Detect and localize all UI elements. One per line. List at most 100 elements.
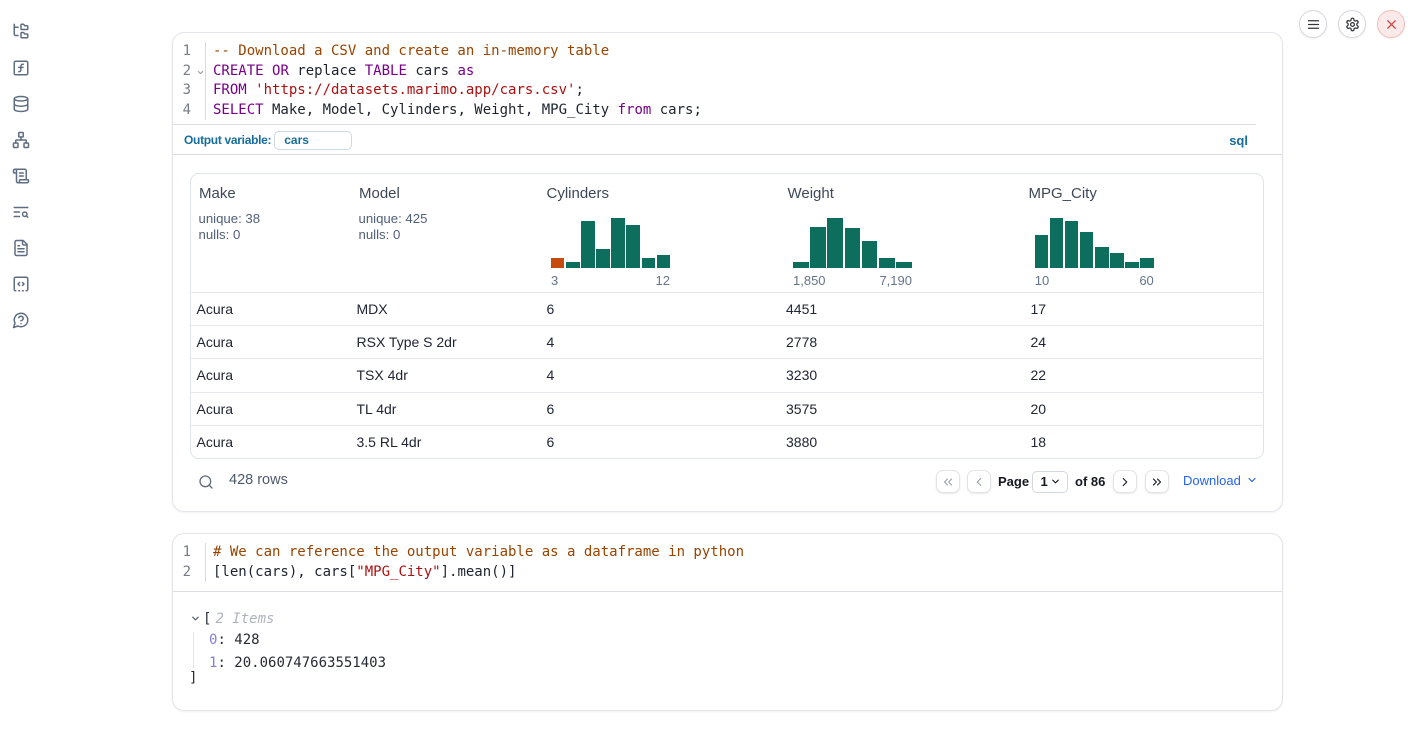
line-number: 3 bbox=[173, 81, 191, 101]
table-cell: 3880 bbox=[780, 434, 1025, 450]
python-cell: 12# We can reference the output variable… bbox=[172, 533, 1283, 711]
column-header[interactable]: MPG_City1060 bbox=[1025, 174, 1265, 293]
chevron-right-icon bbox=[1118, 475, 1132, 489]
table-cell: 22 bbox=[1025, 367, 1265, 383]
histogram-bar bbox=[845, 228, 861, 268]
text-search-icon[interactable] bbox=[12, 203, 30, 221]
column-histogram[interactable] bbox=[793, 218, 912, 268]
histogram-bar bbox=[611, 218, 624, 268]
column-name: Cylinders bbox=[547, 185, 773, 202]
table-cell: 3575 bbox=[780, 401, 1025, 417]
scroll-text-icon[interactable] bbox=[12, 167, 30, 185]
table-body: AcuraMDX6445117AcuraRSX Type S 2dr427782… bbox=[191, 292, 1264, 458]
histogram-bar bbox=[581, 221, 594, 268]
table-cell: 4 bbox=[541, 334, 781, 350]
table-cell: 6 bbox=[541, 434, 781, 450]
column-header[interactable]: Cylinders 312 bbox=[541, 174, 781, 293]
table-cell: Acura bbox=[191, 367, 351, 383]
table-cell: RSX Type S 2dr bbox=[351, 334, 541, 350]
file-text-icon[interactable] bbox=[12, 239, 30, 257]
sql-code-editor[interactable]: 1234-- Download a CSV and create an in-m… bbox=[173, 33, 1282, 124]
shutdown-button[interactable] bbox=[1377, 10, 1405, 38]
output-variable-bar: Output variable: sql bbox=[173, 125, 1282, 155]
chevron-left-icon bbox=[972, 475, 986, 489]
fold-chevron-icon[interactable] bbox=[196, 68, 205, 77]
histogram-bar bbox=[1065, 221, 1078, 268]
helper-sidebar bbox=[0, 0, 44, 729]
code-line: SELECT Make, Model, Cylinders, Weight, M… bbox=[213, 101, 702, 121]
histogram-bar bbox=[896, 262, 912, 268]
table-cell: 24 bbox=[1025, 334, 1265, 350]
table-cell: 17 bbox=[1025, 301, 1265, 317]
histogram-range-labels: 312 bbox=[551, 273, 670, 288]
histogram-bar bbox=[596, 249, 609, 268]
menu-button[interactable] bbox=[1299, 10, 1327, 38]
code-line: [len(cars), cars["MPG_City"].mean()] bbox=[213, 563, 744, 583]
table-cell: 2778 bbox=[780, 334, 1025, 350]
output-variable-label: Output variable: bbox=[184, 133, 271, 147]
histogram-bar bbox=[1095, 247, 1108, 268]
folder-tree-icon[interactable] bbox=[12, 22, 30, 40]
language-badge[interactable]: sql bbox=[1229, 133, 1248, 148]
table-cell: 3.5 RL 4dr bbox=[351, 434, 541, 450]
page-select-value: 1 bbox=[1041, 474, 1048, 489]
settings-button[interactable] bbox=[1338, 10, 1366, 38]
histogram-bar bbox=[1110, 253, 1123, 268]
sql-cell: 1234-- Download a CSV and create an in-m… bbox=[172, 32, 1283, 512]
table-cell: 6 bbox=[541, 301, 781, 317]
histogram-range-labels: 1,8507,190 bbox=[793, 273, 912, 288]
table-cell: MDX bbox=[351, 301, 541, 317]
table-row[interactable]: AcuraTSX 4dr4323022 bbox=[191, 358, 1264, 391]
chevron-down-icon bbox=[1050, 476, 1061, 487]
tree-close-bracket: ] bbox=[189, 670, 197, 686]
page-select[interactable]: 1 bbox=[1032, 471, 1068, 493]
table-row[interactable]: AcuraTL 4dr6357520 bbox=[191, 392, 1264, 425]
collapse-chevron-icon[interactable] bbox=[190, 613, 201, 624]
tree-indent-guide bbox=[193, 632, 194, 669]
output-variable-input[interactable] bbox=[274, 131, 352, 150]
column-histogram[interactable] bbox=[551, 218, 670, 268]
histogram-bar bbox=[642, 258, 655, 268]
table-row[interactable]: AcuraRSX Type S 2dr4277824 bbox=[191, 325, 1264, 358]
histogram-bar bbox=[1125, 262, 1138, 268]
tree-items-count: 2 Items bbox=[215, 611, 274, 627]
histogram-range-labels: 1060 bbox=[1035, 273, 1154, 288]
column-header[interactable]: Makeunique: 38nulls: 0 bbox=[191, 174, 351, 293]
download-button[interactable]: Download bbox=[1183, 473, 1258, 488]
table-row[interactable]: AcuraMDX6445117 bbox=[191, 292, 1264, 325]
table-row[interactable]: Acura3.5 RL 4dr6388018 bbox=[191, 425, 1264, 458]
table-cell: 4 bbox=[541, 367, 781, 383]
network-icon[interactable] bbox=[12, 131, 30, 149]
line-number: 2 bbox=[173, 563, 191, 583]
tree-entry: 0: 428 bbox=[209, 632, 260, 648]
snippets-code-icon[interactable] bbox=[12, 275, 30, 293]
column-header[interactable]: Weight1,8507,190 bbox=[780, 174, 1025, 293]
line-number: 1 bbox=[173, 42, 191, 62]
histogram-bar bbox=[626, 225, 639, 268]
histogram-bar bbox=[551, 258, 564, 268]
column-stats: unique: 425nulls: 0 bbox=[359, 211, 533, 244]
first-page-button[interactable] bbox=[936, 470, 960, 493]
last-page-button[interactable] bbox=[1145, 470, 1169, 493]
tree-open-bracket: [ bbox=[203, 611, 211, 627]
prev-page-button[interactable] bbox=[967, 470, 991, 493]
histogram-bar bbox=[1140, 258, 1153, 268]
next-page-button[interactable] bbox=[1113, 470, 1137, 493]
help-question-icon[interactable] bbox=[12, 311, 30, 329]
column-histogram[interactable] bbox=[1035, 218, 1154, 268]
histogram-bar bbox=[566, 262, 579, 268]
histogram-bar bbox=[862, 241, 878, 268]
code-line: CREATE OR replace TABLE cars as bbox=[213, 62, 702, 82]
table-cell: 3230 bbox=[780, 367, 1025, 383]
column-name: Make bbox=[199, 185, 343, 202]
line-number: 2 bbox=[173, 62, 191, 82]
column-header[interactable]: Model unique: 425nulls: 0 bbox=[351, 174, 541, 293]
function-square-icon[interactable] bbox=[12, 59, 30, 77]
column-name: Model bbox=[359, 185, 533, 202]
histogram-bar bbox=[1035, 235, 1048, 268]
table-footer: 428 rows Page 1 of 86 Download bbox=[173, 459, 1282, 512]
database-icon[interactable] bbox=[12, 95, 30, 113]
histogram-bar bbox=[810, 227, 826, 268]
python-code-editor[interactable]: 12# We can reference the output variable… bbox=[173, 534, 1282, 591]
histogram-bar bbox=[879, 258, 895, 268]
